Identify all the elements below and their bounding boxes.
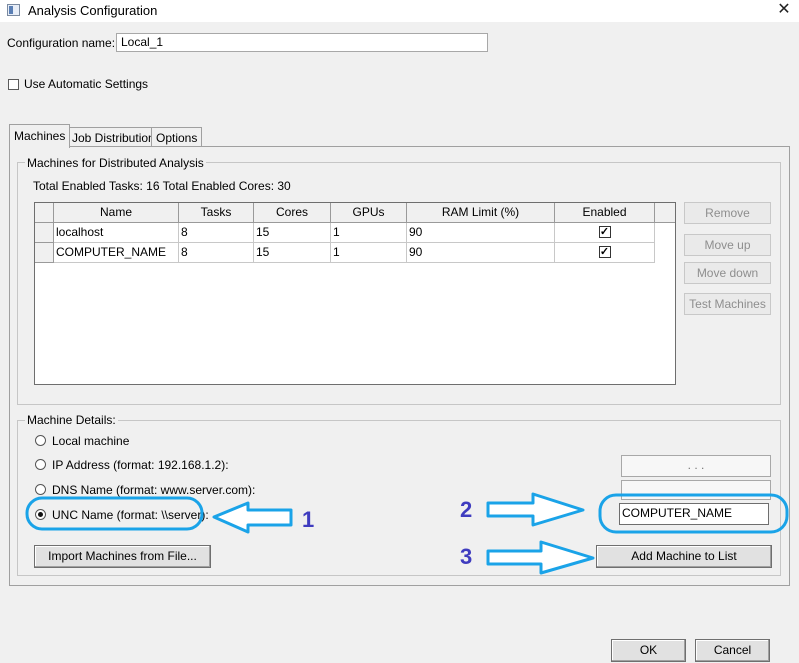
arrow-2-icon xyxy=(486,492,585,527)
highlight-oval-unc-field xyxy=(598,493,789,534)
arrow-3-icon xyxy=(486,540,595,575)
annotation-overlay xyxy=(25,492,789,575)
highlight-oval-unc-radio xyxy=(25,496,204,531)
annotation-number-3: 3 xyxy=(460,544,473,569)
annotation-number-1: 1 xyxy=(302,507,315,532)
annotation-number-2: 2 xyxy=(460,497,473,522)
arrow-1-icon xyxy=(212,501,293,534)
